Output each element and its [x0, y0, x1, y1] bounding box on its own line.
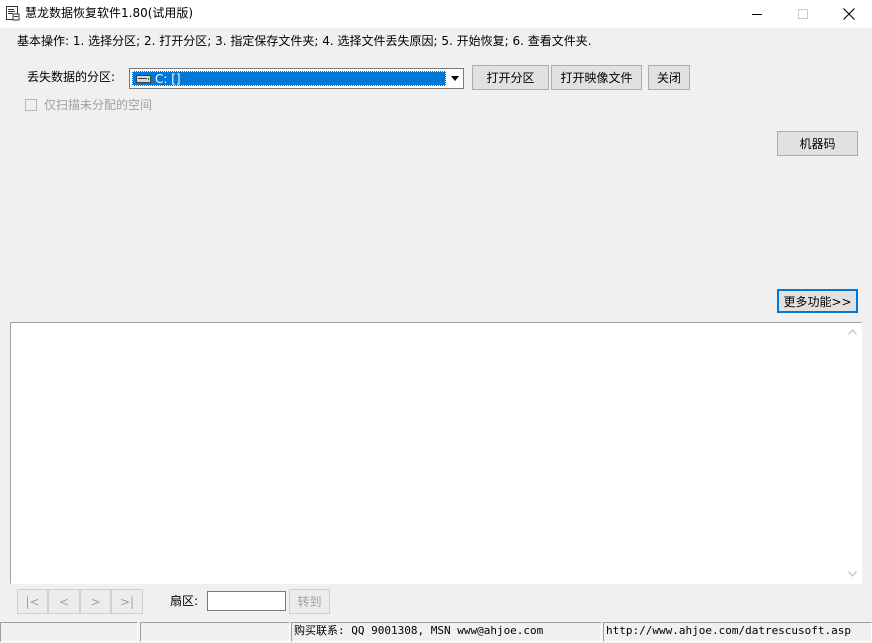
sector-label: 扇区: [170, 594, 199, 608]
status-cell-1 [0, 622, 138, 642]
sector-input[interactable] [207, 591, 286, 611]
maximize-icon [798, 9, 808, 19]
title-bar[interactable]: 慧龙数据恢复软件1.80(试用版) [0, 0, 872, 28]
chevron-down-icon [451, 76, 459, 81]
partition-selected-item: C: [] [132, 71, 446, 86]
scroll-up-icon[interactable] [848, 329, 857, 335]
first-sector-button[interactable]: |< [17, 589, 48, 614]
status-cell-2 [140, 622, 290, 642]
goto-button[interactable]: 转到 [289, 589, 330, 614]
window-title: 慧龙数据恢复软件1.80(试用版) [25, 6, 194, 20]
scan-unallocated-label: 仅扫描未分配的空间 [44, 98, 153, 112]
minimize-icon [752, 14, 762, 15]
status-url[interactable]: http://www.ahjoe.com/datrescusoft.asp [603, 622, 872, 642]
partition-select[interactable]: C: [] [129, 68, 464, 89]
partition-label: 丢失数据的分区: [27, 70, 116, 84]
machine-code-button[interactable]: 机器码 [777, 131, 858, 156]
close-button[interactable]: 关闭 [648, 65, 690, 90]
minimize-button[interactable] [734, 0, 780, 28]
partition-selected-text: C: [] [155, 72, 181, 86]
maximize-button[interactable] [780, 0, 826, 28]
open-image-file-button[interactable]: 打开映像文件 [551, 65, 642, 90]
status-contact: 购买联系: QQ 9001308, MSN www@ahjoe.com [291, 622, 602, 642]
next-sector-button[interactable]: > [80, 589, 111, 614]
close-window-button[interactable] [826, 0, 872, 28]
close-icon [843, 8, 855, 20]
more-features-button[interactable]: 更多功能>> [777, 289, 858, 313]
last-sector-button[interactable]: >| [111, 589, 143, 614]
prev-sector-button[interactable]: < [48, 589, 80, 614]
dropdown-button[interactable] [447, 70, 463, 87]
instructions-text: 基本操作: 1. 选择分区; 2. 打开分区; 3. 指定保存文件夹; 4. 选… [17, 34, 592, 48]
data-view-area[interactable] [10, 322, 862, 584]
open-partition-button[interactable]: 打开分区 [472, 65, 549, 90]
scroll-down-icon[interactable] [848, 571, 857, 577]
app-icon [6, 6, 20, 21]
vertical-scrollbar[interactable] [844, 323, 861, 583]
scan-unallocated-checkbox[interactable] [25, 99, 37, 111]
drive-icon [136, 75, 151, 83]
